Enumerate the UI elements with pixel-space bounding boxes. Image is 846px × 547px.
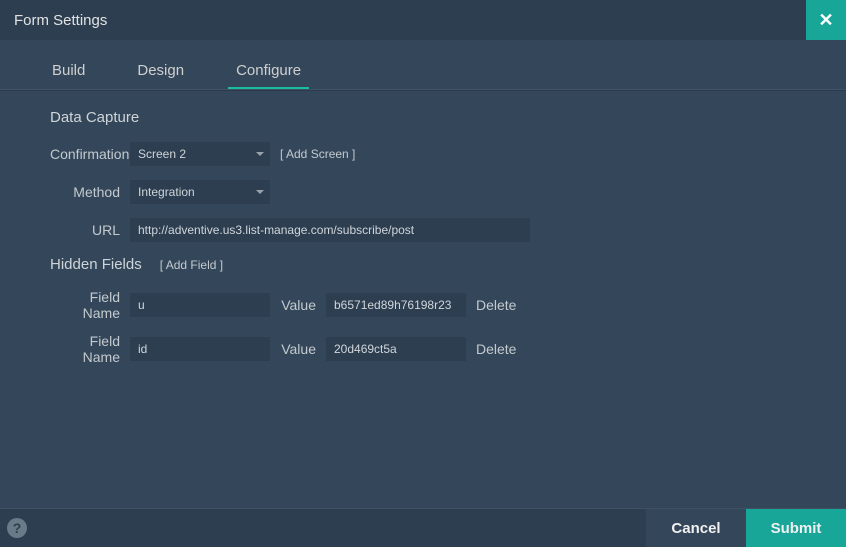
label-value: Value: [276, 341, 326, 357]
close-button[interactable]: ✕: [806, 0, 846, 40]
hidden-field-row: Field Name Value Delete: [50, 289, 846, 321]
chevron-down-icon: [256, 190, 264, 194]
tabs-bar: Build Design Configure: [0, 40, 846, 89]
delete-field-link[interactable]: Delete: [476, 341, 516, 357]
help-icon: ?: [7, 518, 27, 538]
row-method: Method Integration: [50, 180, 846, 204]
add-field-link[interactable]: [ Add Field ]: [160, 258, 223, 272]
confirmation-select[interactable]: Screen 2: [130, 142, 270, 166]
help-button[interactable]: ?: [4, 509, 30, 547]
field-value-input[interactable]: [326, 293, 466, 317]
confirmation-select-value: Screen 2: [138, 147, 186, 161]
hidden-fields-header: Hidden Fields [ Add Field ]: [50, 256, 846, 273]
cancel-button[interactable]: Cancel: [646, 509, 746, 547]
section-data-capture: Data Capture: [50, 109, 846, 126]
url-input[interactable]: [130, 218, 530, 242]
close-icon: ✕: [818, 10, 833, 31]
submit-button[interactable]: Submit: [746, 509, 846, 547]
method-select-value: Integration: [138, 185, 195, 199]
add-screen-link[interactable]: [ Add Screen ]: [280, 147, 355, 161]
label-field-name: Field Name: [50, 289, 130, 321]
section-hidden-fields: Hidden Fields: [50, 256, 142, 273]
tab-configure[interactable]: Configure: [228, 58, 309, 89]
row-confirmation: Confirmation Screen 2 [ Add Screen ]: [50, 142, 846, 166]
hidden-field-row: Field Name Value Delete: [50, 333, 846, 365]
configure-panel: Data Capture Confirmation Screen 2 [ Add…: [0, 91, 846, 508]
titlebar: Form Settings ✕: [0, 0, 846, 40]
footer: ? Cancel Submit: [0, 509, 846, 547]
label-url: URL: [50, 222, 130, 238]
tab-build[interactable]: Build: [44, 58, 93, 89]
chevron-down-icon: [256, 152, 264, 156]
field-value-input[interactable]: [326, 337, 466, 361]
form-settings-modal: Form Settings ✕ Build Design Configure D…: [0, 0, 846, 547]
label-value: Value: [276, 297, 326, 313]
field-name-input[interactable]: [130, 337, 270, 361]
field-name-input[interactable]: [130, 293, 270, 317]
label-field-name: Field Name: [50, 333, 130, 365]
tab-design[interactable]: Design: [129, 58, 192, 89]
modal-title: Form Settings: [14, 12, 107, 29]
method-select[interactable]: Integration: [130, 180, 270, 204]
row-url: URL: [50, 218, 846, 242]
label-method: Method: [50, 184, 130, 200]
delete-field-link[interactable]: Delete: [476, 297, 516, 313]
label-confirmation: Confirmation: [50, 146, 130, 162]
